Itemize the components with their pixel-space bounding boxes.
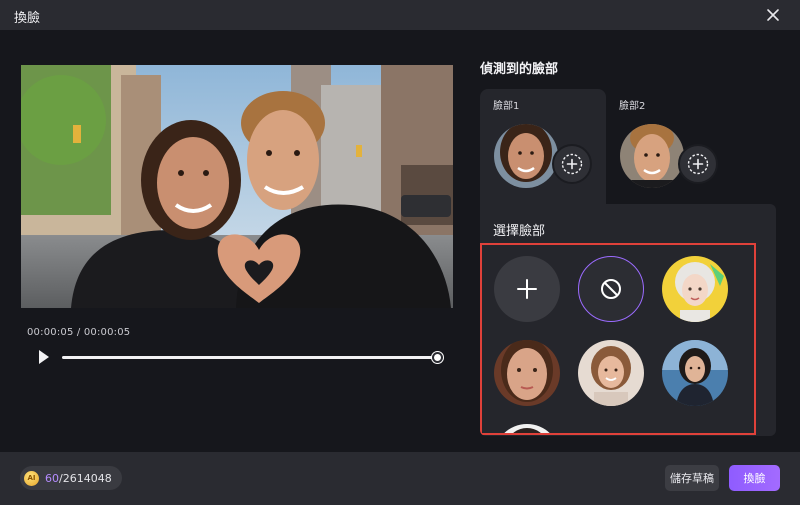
save-draft-button[interactable]: 儲存草稿 (665, 465, 719, 491)
face-option-woman-close-up[interactable] (494, 340, 560, 406)
upload-face-button[interactable] (494, 256, 560, 322)
face-tab-2[interactable]: 臉部2 (606, 89, 732, 204)
current-time: 00:00:05 (27, 327, 74, 338)
face-option-smiling-woman[interactable] (578, 340, 644, 406)
face-option-avatar-3d-girl[interactable] (662, 256, 728, 322)
face-option-man-partial[interactable] (494, 424, 560, 433)
time-separator: / (73, 327, 84, 338)
face-swap-dialog: 換臉 00:00:05 / 00:00:05 偵測到的臉部 臉部1 臉部2 選擇… (0, 0, 800, 505)
add-replacement-face-2-button[interactable] (678, 144, 718, 184)
credits-used: 60 (45, 471, 59, 485)
timecode: 00:00:05 / 00:00:05 (27, 327, 130, 338)
prohibit-icon (601, 279, 621, 299)
face-1-thumbnail (494, 124, 558, 188)
swap-face-button[interactable]: 換臉 (729, 465, 780, 491)
face-option-business-woman[interactable] (662, 340, 728, 406)
face-tab-label: 臉部2 (619, 101, 646, 112)
play-button[interactable] (36, 348, 52, 366)
add-circle-icon (687, 153, 709, 175)
close-button[interactable] (762, 4, 784, 26)
detected-faces-title: 偵測到的臉部 (480, 62, 559, 77)
add-circle-icon (561, 153, 583, 175)
title-bar: 換臉 (0, 0, 800, 30)
progress-handle[interactable] (432, 352, 443, 363)
no-face-option[interactable] (578, 256, 644, 322)
credits-badge: AI 60/2614048 (20, 466, 122, 490)
close-icon (767, 9, 779, 21)
ai-coin-icon: AI (24, 470, 39, 486)
credits-total: /2614048 (59, 471, 112, 485)
video-frame-image (21, 65, 453, 308)
play-icon (39, 350, 49, 364)
select-face-panel: 選擇臉部 (480, 204, 776, 436)
face-tab-label: 臉部1 (493, 101, 520, 112)
footer-bar: AI 60/2614048 儲存草稿 換臉 (0, 452, 800, 505)
dialog-title: 換臉 (14, 11, 41, 26)
face-options-grid[interactable] (480, 243, 756, 435)
progress-track[interactable] (62, 356, 438, 359)
video-preview (21, 65, 453, 308)
plus-icon (517, 279, 537, 299)
select-face-title: 選擇臉部 (493, 224, 546, 239)
add-replacement-face-1-button[interactable] (552, 144, 592, 184)
face-2-thumbnail (620, 124, 684, 188)
total-time: 00:00:05 (83, 327, 131, 338)
face-tab-1[interactable]: 臉部1 (480, 89, 606, 204)
